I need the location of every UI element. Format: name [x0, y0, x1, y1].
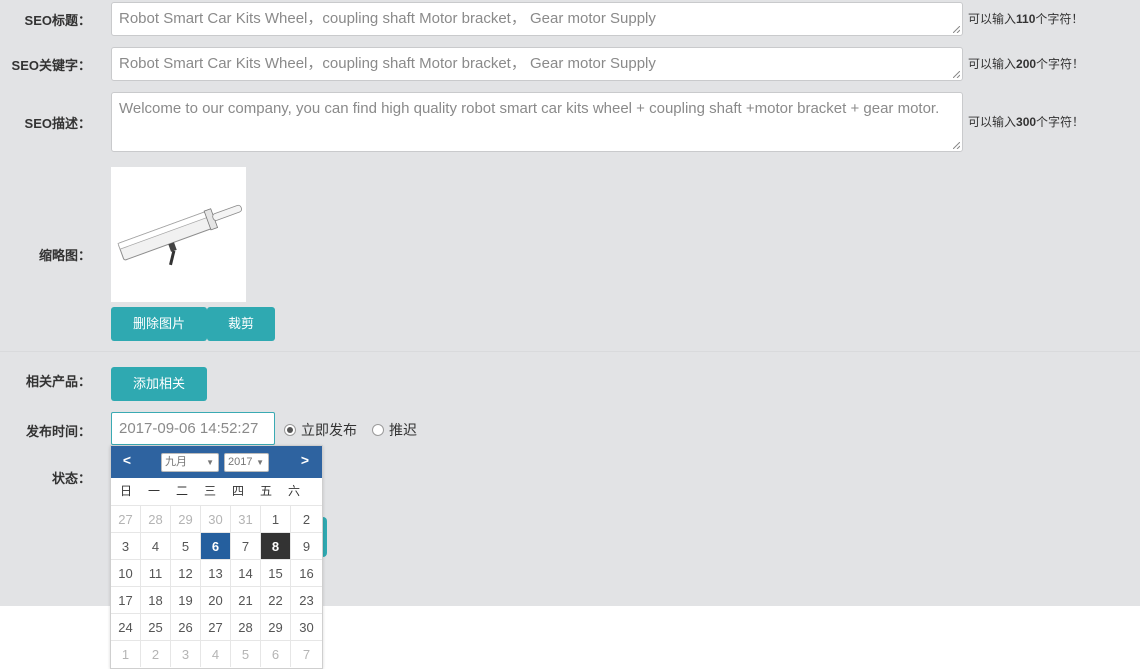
calendar-day[interactable]: 20 — [201, 586, 231, 613]
calendar-day[interactable]: 15 — [261, 559, 291, 586]
calendar-day[interactable]: 18 — [141, 586, 171, 613]
calendar-day[interactable]: 4 — [141, 532, 171, 559]
year-select[interactable]: 2017 ▼ — [224, 453, 269, 472]
calendar-day[interactable]: 30 — [201, 505, 231, 532]
calendar-week-row: 24 25 26 27 28 29 30 — [111, 613, 322, 640]
publish-delay-radio[interactable]: 推迟 — [372, 420, 417, 440]
calendar-day[interactable]: 14 — [231, 559, 261, 586]
publish-time-label: 发布时间： — [25, 424, 91, 439]
calendar-day[interactable]: 7 — [231, 532, 261, 559]
calendar-day[interactable]: 30 — [291, 613, 322, 640]
publish-delay-label: 推迟 — [389, 422, 417, 438]
calendar-day[interactable]: 11 — [141, 559, 171, 586]
calendar-week-row: 27 28 29 30 31 1 2 — [111, 505, 322, 532]
calendar-day[interactable]: 3 — [171, 640, 201, 667]
publish-now-radio[interactable]: 立即发布 — [284, 420, 357, 440]
seo-title-input[interactable]: Robot Smart Car Kits Wheel，coupling shaf… — [111, 2, 963, 36]
calendar-day[interactable]: 4 — [201, 640, 231, 667]
radio-selected-icon — [284, 424, 296, 436]
calendar-day[interactable]: 23 — [291, 586, 322, 613]
calendar-week-row: 17 18 19 20 21 22 23 — [111, 586, 322, 613]
thumbnail-label: 缩略图： — [38, 248, 91, 263]
resize-handle-icon[interactable] — [953, 142, 960, 149]
month-select[interactable]: 九月 ▼ — [161, 453, 219, 472]
weekday-label: 一 — [147, 484, 160, 498]
delete-image-button[interactable]: 删除图片 — [111, 307, 207, 341]
calendar-day[interactable]: 10 — [111, 559, 141, 586]
seo-title-hint: 可以输入110个字符！ — [968, 12, 1084, 26]
calendar-day[interactable]: 1 — [261, 505, 291, 532]
weekday-label: 六 — [287, 484, 300, 498]
calendar-day[interactable]: 24 — [111, 613, 141, 640]
chevron-down-icon: ▼ — [206, 458, 214, 467]
calendar-day[interactable]: 21 — [231, 586, 261, 613]
weekday-label: 二 — [175, 484, 188, 498]
calendar-day[interactable]: 7 — [291, 640, 322, 667]
calendar-day[interactable]: 9 — [291, 532, 322, 559]
calendar-day[interactable]: 5 — [231, 640, 261, 667]
calendar-day[interactable]: 19 — [171, 586, 201, 613]
month-select-value: 九月 — [165, 456, 187, 468]
calendar-day[interactable]: 2 — [141, 640, 171, 667]
calendar-day[interactable]: 26 — [171, 613, 201, 640]
seo-description-hint: 可以输入300个字符！ — [968, 115, 1085, 129]
seo-description-label: SEO描述： — [24, 116, 91, 131]
linear-actuator-image — [117, 204, 242, 266]
related-products-label: 相关产品： — [25, 374, 91, 389]
date-picker-header: < 九月 ▼ 2017 ▼ > — [111, 446, 322, 478]
calendar-day[interactable]: 16 — [291, 559, 322, 586]
seo-title-value: Robot Smart Car Kits Wheel，coupling shaf… — [119, 10, 656, 27]
calendar-day[interactable]: 29 — [171, 505, 201, 532]
weekday-label: 五 — [259, 484, 272, 498]
day-grid: 27 28 29 30 31 1 2 3 4 5 6 7 8 9 10 11 12 13 14 15 16 17 18 19 2… — [111, 505, 322, 667]
seo-keywords-hint: 可以输入200个字符！ — [968, 57, 1085, 71]
date-picker: < 九月 ▼ 2017 ▼ > 日一二三四五六 27 28 29 30 31 1 2 3 4 5 6… — [110, 445, 323, 669]
weekday-label: 日 — [119, 484, 132, 498]
calendar-day[interactable]: 31 — [231, 505, 261, 532]
weekday-label: 四 — [231, 484, 244, 498]
calendar-day[interactable]: 13 — [201, 559, 231, 586]
calendar-day[interactable]: 6 — [261, 640, 291, 667]
calendar-day[interactable]: 22 — [261, 586, 291, 613]
calendar-day[interactable]: 25 — [141, 613, 171, 640]
seo-keywords-value: Robot Smart Car Kits Wheel，coupling shaf… — [119, 55, 656, 72]
weekday-header: 日一二三四五六 — [111, 478, 322, 505]
year-select-value: 2017 — [228, 456, 253, 468]
add-related-button[interactable]: 添加相关 — [111, 367, 207, 401]
status-label: 状态： — [51, 471, 91, 486]
calendar-day[interactable]: 27 — [111, 505, 141, 532]
section-divider — [0, 351, 1140, 352]
calendar-day[interactable]: 5 — [171, 532, 201, 559]
calendar-week-row: 3456789 — [111, 532, 322, 559]
seo-keywords-input[interactable]: Robot Smart Car Kits Wheel，coupling shaf… — [111, 47, 963, 81]
publish-now-label: 立即发布 — [301, 422, 357, 438]
resize-handle-icon[interactable] — [953, 71, 960, 78]
seo-description-textarea[interactable]: Welcome to our company, you can find hig… — [111, 92, 963, 152]
chevron-down-icon: ▼ — [256, 458, 264, 467]
calendar-day[interactable]: 17 — [111, 586, 141, 613]
calendar-day[interactable]: 6 — [201, 532, 231, 559]
crop-button[interactable]: 裁剪 — [207, 307, 275, 341]
seo-keywords-label: SEO关键字： — [11, 58, 91, 73]
calendar-week-row: 1234567 — [111, 640, 322, 667]
weekday-label: 三 — [203, 484, 216, 498]
seo-description-value: Welcome to our company, you can find hig… — [119, 100, 940, 117]
prev-month-icon[interactable]: < — [119, 452, 135, 468]
calendar-day[interactable]: 12 — [171, 559, 201, 586]
radio-unselected-icon — [372, 424, 384, 436]
calendar-day[interactable]: 3 — [111, 532, 141, 559]
calendar-day[interactable]: 1 — [111, 640, 141, 667]
calendar-day[interactable]: 28 — [141, 505, 171, 532]
next-month-icon[interactable]: > — [297, 452, 313, 468]
product-thumbnail-image — [111, 167, 246, 302]
seo-title-label: SEO标题： — [24, 13, 91, 28]
calendar-day[interactable]: 29 — [261, 613, 291, 640]
calendar-day[interactable]: 8 — [261, 532, 291, 559]
publish-datetime-input[interactable]: 2017-09-06 14:52:27 — [111, 412, 275, 445]
calendar-day[interactable]: 27 — [201, 613, 231, 640]
calendar-week-row: 10 11 12 13 14 15 16 — [111, 559, 322, 586]
resize-handle-icon[interactable] — [953, 26, 960, 33]
calendar-day[interactable]: 2 — [291, 505, 322, 532]
calendar-day[interactable]: 28 — [231, 613, 261, 640]
